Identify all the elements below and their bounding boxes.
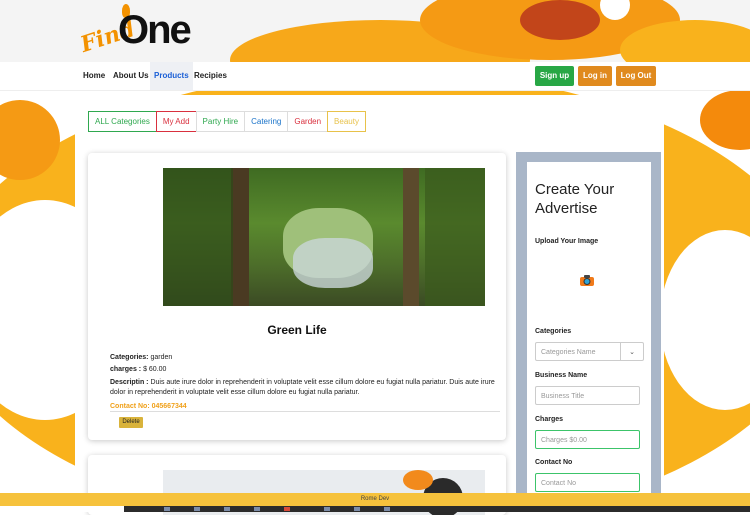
charges-value: $ 60.00	[143, 366, 167, 373]
signup-button[interactable]: Sign up	[535, 66, 574, 86]
nav-products[interactable]: Products	[150, 62, 193, 90]
footer: Rome Dev	[0, 493, 750, 506]
taskbar-strip	[124, 506, 750, 512]
description-value: Duis aute irure dolor in reprehenderit i…	[110, 379, 495, 396]
taskbar	[0, 506, 750, 512]
taskbar-app-icon[interactable]	[354, 507, 360, 511]
delete-button[interactable]: Delete	[119, 417, 143, 428]
business-name-label: Business Name	[535, 372, 588, 379]
taskbar-app-icon[interactable]	[254, 507, 260, 511]
tab-all-categories[interactable]: ALL Categories	[88, 111, 157, 132]
listing-title: Green Life	[267, 323, 327, 337]
navbar: Home About Us Products Recipies Sign up …	[0, 62, 750, 91]
tab-beauty[interactable]: Beauty	[327, 111, 366, 132]
categories-select[interactable]: Categories Name ⌄	[535, 342, 644, 361]
nav-home[interactable]: Home	[79, 62, 109, 90]
logout-button[interactable]: Log Out	[616, 66, 656, 86]
logo[interactable]: Find One	[77, 4, 192, 58]
tab-party-hire[interactable]: Party Hire	[195, 111, 246, 132]
listing-description: Descriptin : Duis aute irure dolor in re…	[110, 378, 505, 398]
tab-my-add[interactable]: My Add	[155, 111, 197, 132]
taskbar-app-icon[interactable]	[164, 507, 170, 511]
nav-recipies[interactable]: Recipies	[190, 62, 231, 90]
categories-label: Categories	[535, 328, 572, 335]
charges-label: Charges	[535, 416, 564, 423]
chevron-down-icon: ⌄	[620, 343, 643, 360]
charges-label: charges :	[110, 366, 142, 373]
taskbar-app-icon[interactable]	[324, 507, 330, 511]
upload-label: Upload Your Image	[535, 238, 599, 245]
description-label: Descriptin :	[110, 379, 149, 386]
charges-input[interactable]: Charges $0.00	[535, 430, 640, 449]
listing-card: Green Life Categories: garden charges : …	[88, 153, 506, 440]
listing-categories: Categories: garden	[110, 353, 505, 363]
categories-placeholder: Categories Name	[541, 349, 596, 356]
contact-no-label: Contact No	[535, 459, 573, 466]
taskbar-app-icon[interactable]	[284, 507, 290, 511]
listing-contact: Contact No: 045667344	[110, 403, 187, 410]
categories-label: Categories:	[110, 354, 149, 361]
divider	[110, 411, 500, 412]
create-advert-sidebar: Create Your Advertise Upload Your Image …	[527, 162, 651, 502]
listing-charges: charges : $ 60.00	[110, 365, 505, 375]
listing-image	[163, 168, 485, 306]
contact-no-input[interactable]: Contact No	[535, 473, 640, 492]
categories-value: garden	[150, 354, 173, 361]
sidebar-title: Create Your Advertise	[535, 181, 615, 217]
login-button[interactable]: Log in	[578, 66, 612, 86]
taskbar-app-icon[interactable]	[194, 507, 200, 511]
tab-garden[interactable]: Garden	[287, 111, 329, 132]
taskbar-app-icon[interactable]	[224, 507, 230, 511]
tab-catering[interactable]: Catering	[244, 111, 289, 132]
logo-bold-text: One	[118, 8, 192, 52]
taskbar-app-icon[interactable]	[384, 507, 390, 511]
camera-icon[interactable]	[579, 274, 595, 287]
nav-about-us[interactable]: About Us	[109, 62, 153, 90]
business-name-input[interactable]: Business Title	[535, 386, 640, 405]
category-tabs: ALL Categories My Add Party Hire Caterin…	[88, 111, 366, 132]
